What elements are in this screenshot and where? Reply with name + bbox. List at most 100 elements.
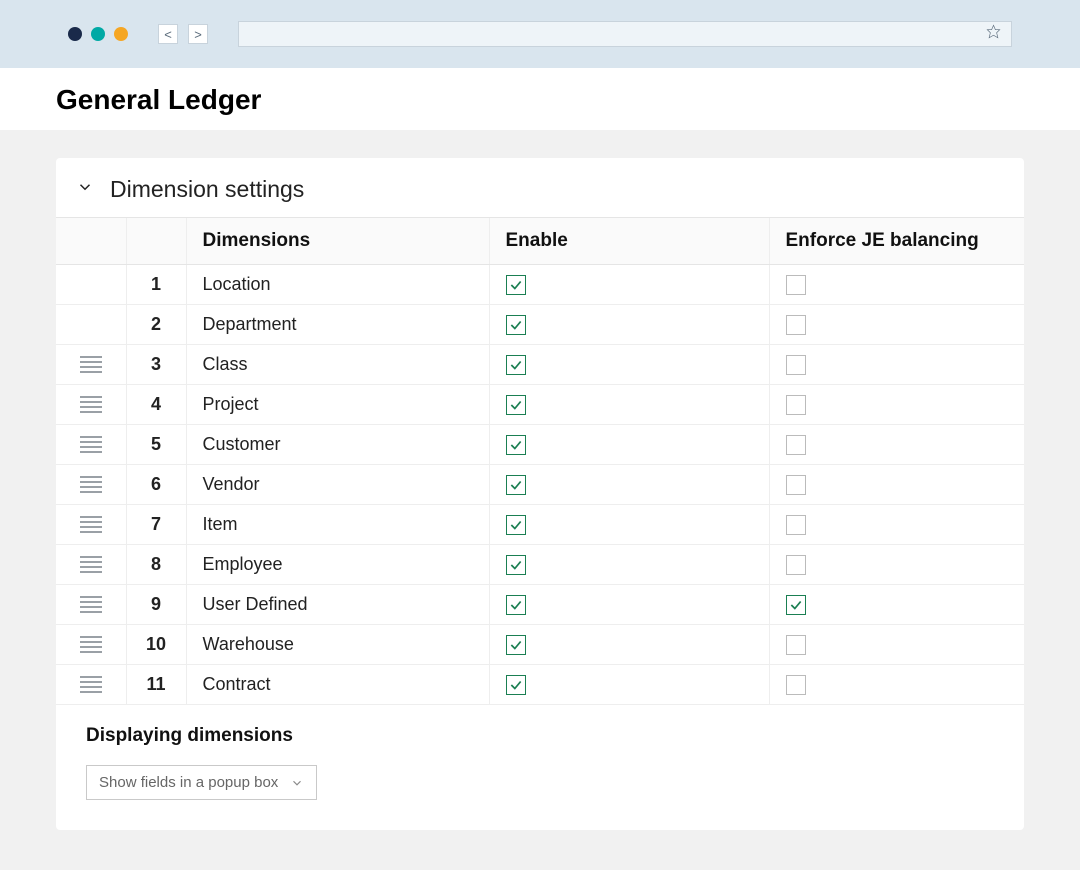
header-enable: Enable (489, 218, 769, 265)
row-index: 1 (126, 265, 186, 305)
enable-checkbox[interactable] (506, 315, 526, 335)
window-dot-3 (114, 27, 128, 41)
dimension-name: Department (186, 305, 489, 345)
enforce-checkbox[interactable] (786, 635, 806, 655)
drag-handle-icon[interactable] (72, 596, 110, 613)
table-row: 6Vendor (56, 465, 1024, 505)
chevron-down-icon (76, 178, 94, 201)
enforce-checkbox[interactable] (786, 395, 806, 415)
enable-cell (489, 465, 769, 505)
enforce-cell (769, 545, 1024, 585)
drag-handle-cell (56, 665, 126, 705)
section-header[interactable]: Dimension settings (56, 158, 1024, 218)
enable-cell (489, 265, 769, 305)
page-title: General Ledger (56, 84, 1024, 116)
header-dimensions: Dimensions (186, 218, 489, 265)
enforce-cell (769, 305, 1024, 345)
enforce-cell (769, 505, 1024, 545)
enable-checkbox[interactable] (506, 555, 526, 575)
enable-cell (489, 505, 769, 545)
url-bar[interactable] (238, 21, 1012, 47)
row-index: 4 (126, 385, 186, 425)
dimension-name: Employee (186, 545, 489, 585)
row-index: 11 (126, 665, 186, 705)
enforce-cell (769, 385, 1024, 425)
drag-handle-icon[interactable] (72, 636, 110, 653)
enforce-cell (769, 625, 1024, 665)
enforce-cell (769, 425, 1024, 465)
drag-handle-icon[interactable] (72, 356, 110, 373)
drag-handle-icon[interactable] (72, 476, 110, 493)
enable-checkbox[interactable] (506, 475, 526, 495)
section-title: Dimension settings (110, 176, 304, 203)
enforce-checkbox[interactable] (786, 675, 806, 695)
drag-handle-cell (56, 465, 126, 505)
enforce-checkbox[interactable] (786, 355, 806, 375)
table-row: 7Item (56, 505, 1024, 545)
drag-handle-icon[interactable] (72, 676, 110, 693)
enable-checkbox[interactable] (506, 515, 526, 535)
drag-handle-icon[interactable] (72, 556, 110, 573)
dimension-settings-panel: Dimension settings Dimensions Enable Enf… (56, 158, 1024, 830)
drag-handle-cell (56, 265, 126, 305)
dimension-name: Customer (186, 425, 489, 465)
window-traffic-dots (68, 27, 128, 41)
table-row: 9User Defined (56, 585, 1024, 625)
enforce-cell (769, 465, 1024, 505)
enforce-checkbox[interactable] (786, 275, 806, 295)
enforce-checkbox[interactable] (786, 595, 806, 615)
drag-handle-cell (56, 425, 126, 465)
enable-checkbox[interactable] (506, 435, 526, 455)
drag-handle-icon[interactable] (72, 436, 110, 453)
enable-checkbox[interactable] (506, 595, 526, 615)
star-icon[interactable] (986, 24, 1001, 44)
row-index: 7 (126, 505, 186, 545)
enforce-checkbox[interactable] (786, 315, 806, 335)
dimensions-table: Dimensions Enable Enforce JE balancing 1… (56, 218, 1024, 705)
drag-handle-icon[interactable] (72, 396, 110, 413)
table-row: 1Location (56, 265, 1024, 305)
row-index: 3 (126, 345, 186, 385)
row-index: 10 (126, 625, 186, 665)
row-index: 9 (126, 585, 186, 625)
header-enforce: Enforce JE balancing (769, 218, 1024, 265)
drag-handle-cell (56, 305, 126, 345)
enable-cell (489, 625, 769, 665)
enforce-checkbox[interactable] (786, 435, 806, 455)
row-index: 6 (126, 465, 186, 505)
drag-handle-icon[interactable] (72, 516, 110, 533)
page-header: General Ledger (0, 68, 1080, 130)
dimension-name: Item (186, 505, 489, 545)
dimension-name: Project (186, 385, 489, 425)
drag-handle-cell (56, 625, 126, 665)
enforce-checkbox[interactable] (786, 555, 806, 575)
row-index: 5 (126, 425, 186, 465)
table-row: 10Warehouse (56, 625, 1024, 665)
drag-handle-cell (56, 505, 126, 545)
enforce-checkbox[interactable] (786, 475, 806, 495)
enable-cell (489, 545, 769, 585)
table-row: 8Employee (56, 545, 1024, 585)
table-row: 2Department (56, 305, 1024, 345)
enable-checkbox[interactable] (506, 355, 526, 375)
table-row: 5Customer (56, 425, 1024, 465)
displaying-mode-select[interactable]: Show fields in a popup box (86, 765, 317, 800)
chevron-down-icon (290, 776, 304, 790)
nav-forward-button[interactable]: > (188, 24, 208, 44)
enforce-cell (769, 665, 1024, 705)
enable-cell (489, 385, 769, 425)
dimension-name: Vendor (186, 465, 489, 505)
enable-checkbox[interactable] (506, 275, 526, 295)
dimension-name: Location (186, 265, 489, 305)
row-index: 8 (126, 545, 186, 585)
nav-back-button[interactable]: < (158, 24, 178, 44)
table-row: 11Contract (56, 665, 1024, 705)
enable-checkbox[interactable] (506, 635, 526, 655)
enforce-checkbox[interactable] (786, 515, 806, 535)
enable-checkbox[interactable] (506, 675, 526, 695)
row-index: 2 (126, 305, 186, 345)
enable-checkbox[interactable] (506, 395, 526, 415)
content-area: Dimension settings Dimensions Enable Enf… (0, 130, 1080, 870)
displaying-dimensions-title: Displaying dimensions (86, 725, 994, 747)
enable-cell (489, 425, 769, 465)
